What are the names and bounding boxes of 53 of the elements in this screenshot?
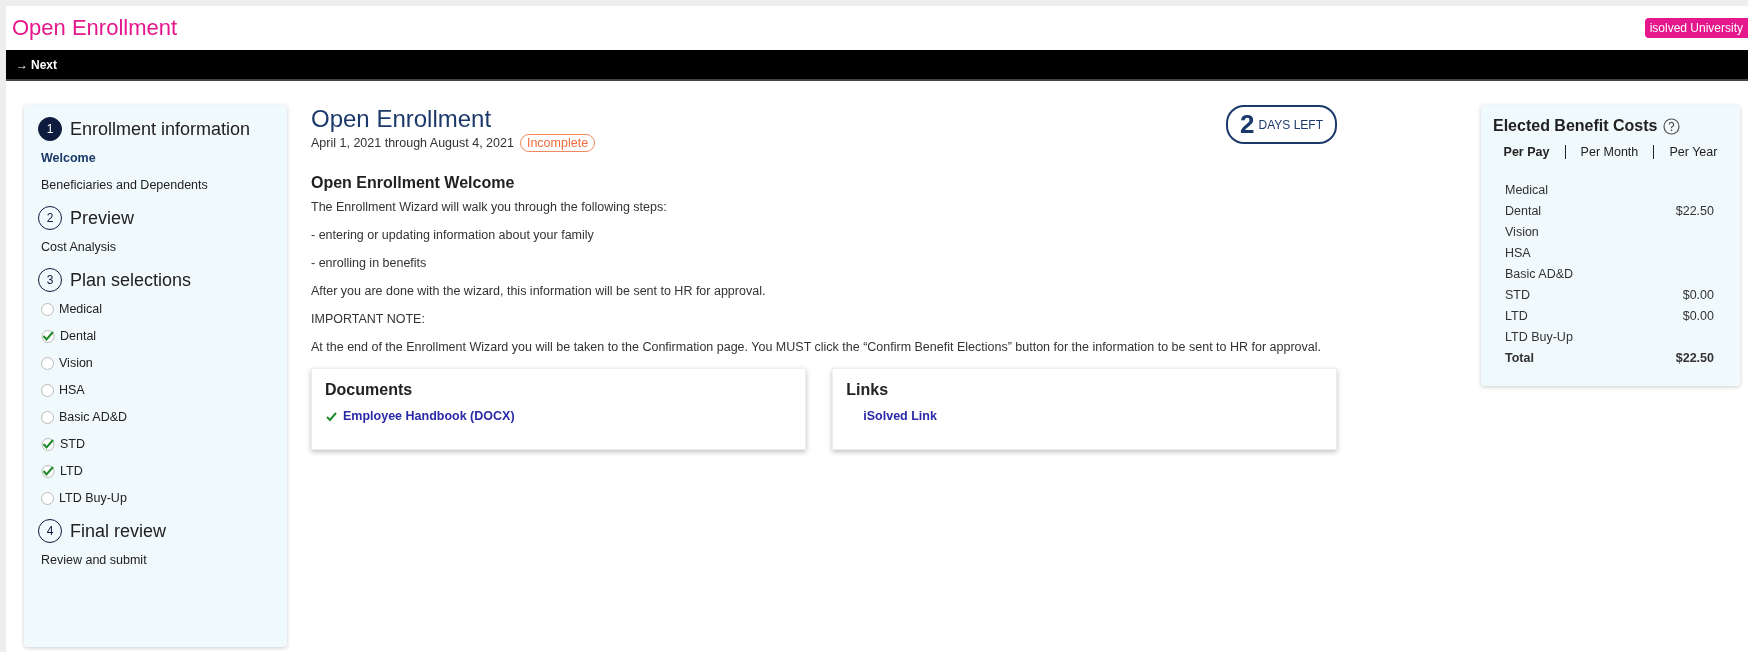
document-link[interactable]: Employee Handbook (DOCX)	[343, 409, 515, 423]
step-item[interactable]: LTD Buy-Up	[59, 491, 127, 505]
benefit-name: Basic AD&D	[1505, 267, 1574, 281]
step-item[interactable]: STD	[60, 437, 85, 451]
card-title: Links	[846, 381, 890, 399]
days-count: 2	[1240, 109, 1255, 140]
benefit-name: LTD	[1505, 309, 1528, 323]
section-heading: Open Enrollment Welcome	[311, 174, 516, 192]
step-title: Preview	[70, 207, 135, 229]
card-title: Documents	[325, 381, 414, 399]
step-item[interactable]: LTD	[60, 464, 83, 478]
step-item[interactable]: Dental	[60, 329, 97, 343]
step-number: 1	[38, 117, 62, 141]
benefit-name: Medical	[1505, 183, 1549, 197]
date-range: April 1, 2021 through August 4, 2021	[311, 136, 514, 150]
paragraph: IMPORTANT NOTE:	[311, 312, 426, 326]
help-icon[interactable]	[1663, 117, 1681, 135]
total-label: Total	[1505, 351, 1534, 365]
step-item[interactable]: HSA	[59, 383, 85, 397]
total-cost: $22.50	[1675, 351, 1714, 365]
step-title: Plan selections	[70, 269, 192, 291]
paragraph: The Enrollment Wizard will walk you through the following steps:	[311, 200, 668, 214]
step-item[interactable]: Review and submit	[41, 553, 147, 567]
step-title: Final review	[70, 520, 167, 542]
benefit-cost: $0.00	[1682, 288, 1714, 302]
step-item[interactable]: Cost Analysis	[41, 240, 117, 254]
benefit-name: STD	[1505, 288, 1530, 302]
benefit-name: Vision	[1505, 225, 1539, 239]
document-link[interactable]: iSolved Link	[863, 409, 937, 423]
period-tab[interactable]: Per Month	[1574, 145, 1645, 159]
step-item[interactable]: Vision	[59, 356, 93, 370]
paragraph: After you are done with the wizard, this information will be sent to HR for approval.	[311, 284, 767, 298]
costs-title: Elected Benefit Costs	[1493, 117, 1658, 135]
benefit-cost: $22.50	[1675, 204, 1714, 218]
paragraph: - enrolling in benefits	[311, 256, 428, 270]
benefit-name: LTD Buy-Up	[1505, 330, 1573, 344]
step-item[interactable]: Beneficiaries and Dependents	[41, 178, 208, 192]
days-label: DAYS LEFT	[1258, 117, 1323, 132]
benefit-name: HSA	[1505, 246, 1531, 260]
benefit-cost: $0.00	[1682, 309, 1714, 323]
page-title: Open Enrollment	[12, 15, 178, 41]
step-item[interactable]: Medical	[59, 302, 103, 316]
enrollment-title: Open Enrollment	[311, 105, 493, 133]
step-item[interactable]: Basic AD&D	[59, 410, 128, 424]
step-item[interactable]: Welcome	[41, 151, 96, 165]
period-tab[interactable]: Per Pay	[1497, 145, 1556, 159]
university-badge[interactable]: isolved University	[1644, 18, 1748, 38]
paragraph: - entering or updating information about your family	[311, 228, 595, 242]
step-title: Enrollment information	[70, 118, 251, 140]
next-button[interactable]: → Next	[16, 57, 57, 72]
benefit-name: Dental	[1505, 204, 1542, 218]
period-tab[interactable]: Per Year	[1663, 145, 1724, 159]
paragraph: At the end of the Enrollment Wizard you will be taken to the Confirmation page. You MUST click the “Confirm Benefit Elections” button for the information to be sent to HR for approval.	[311, 340, 1322, 354]
